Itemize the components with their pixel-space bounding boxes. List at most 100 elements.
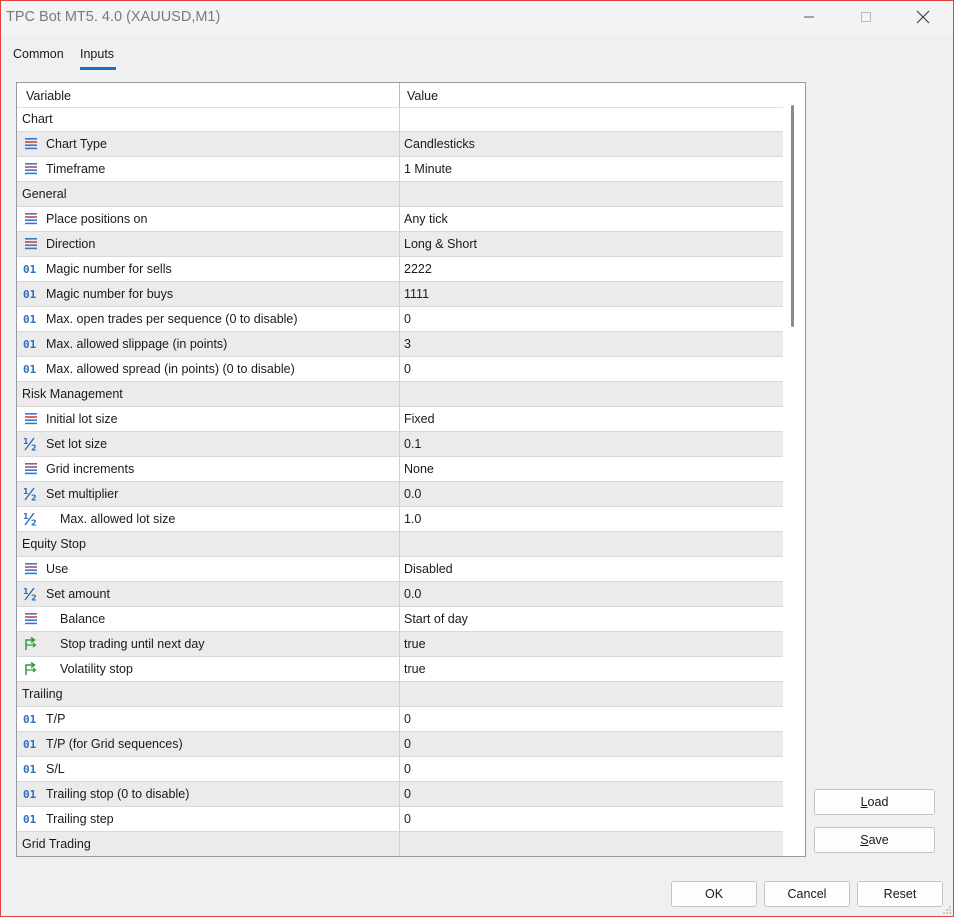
parameter-row[interactable]: 01 Max. allowed slippage (in points) 3 (17, 332, 783, 357)
value-cell[interactable]: Fixed (404, 412, 435, 426)
parameter-row[interactable]: 01 T/P (for Grid sequences) 0 (17, 732, 783, 757)
svg-text:2: 2 (31, 594, 37, 602)
reset-button[interactable]: Reset (857, 881, 943, 907)
ok-button[interactable]: OK (671, 881, 757, 907)
parameter-row[interactable]: Timeframe 1 Minute (17, 157, 783, 182)
value-cell[interactable]: 1.0 (404, 512, 421, 526)
variable-cell: 01 Max. open trades per sequence (0 to di… (23, 312, 298, 326)
svg-text:01: 01 (23, 363, 37, 376)
cell-divider (399, 732, 400, 757)
svg-text:01: 01 (23, 288, 37, 301)
cell-divider (399, 457, 400, 482)
close-button[interactable] (900, 1, 946, 33)
parameter-row[interactable]: Direction Long & Short (17, 232, 783, 257)
section-row[interactable]: Equity Stop (17, 532, 783, 557)
value-cell[interactable]: Disabled (404, 562, 453, 576)
section-row[interactable]: Chart (17, 107, 783, 132)
parameter-row[interactable]: 01 Trailing stop (0 to disable) 0 (17, 782, 783, 807)
dialog-window: TPC Bot MT5. 4.0 (XAUUSD,M1) Common Inpu… (0, 0, 954, 917)
value-cell[interactable]: 0 (404, 762, 411, 776)
parameter-row[interactable]: 1 2 Set multiplier 0.0 (17, 482, 783, 507)
value-cell[interactable]: 0.1 (404, 437, 421, 451)
parameter-row[interactable]: 01 Max. open trades per sequence (0 to di… (17, 307, 783, 332)
parameter-row[interactable]: 1 2 Set amount 0.0 (17, 582, 783, 607)
parameter-row[interactable]: 01 Trailing step 0 (17, 807, 783, 832)
resize-grip-icon[interactable] (943, 906, 951, 914)
value-cell[interactable]: 0 (404, 312, 411, 326)
value-cell[interactable]: 0.0 (404, 587, 421, 601)
cell-divider (399, 632, 400, 657)
variable-label: Grid increments (46, 462, 135, 476)
parameter-row[interactable]: 1 2 Set lot size 0.1 (17, 432, 783, 457)
tab-inputs-label: Inputs (80, 47, 115, 61)
parameter-row[interactable]: 01 T/P 0 (17, 707, 783, 732)
value-cell[interactable]: 0 (404, 812, 411, 826)
value-cell[interactable]: 3 (404, 337, 411, 351)
variable-cell: Trailing (22, 687, 63, 701)
load-button[interactable]: Load (814, 789, 935, 815)
section-row[interactable]: Grid Trading (17, 832, 783, 856)
section-row[interactable]: General (17, 182, 783, 207)
parameter-row[interactable]: 1 2 Max. allowed lot size 1.0 (17, 507, 783, 532)
cell-divider (399, 382, 400, 407)
parameter-row[interactable]: 01 Magic number for buys 1111 (17, 282, 783, 307)
parameter-row[interactable]: 01 S/L 0 (17, 757, 783, 782)
value-cell[interactable]: Start of day (404, 612, 468, 626)
value-cell[interactable]: 0 (404, 787, 411, 801)
column-separator[interactable] (399, 83, 400, 107)
value-cell[interactable]: 0 (404, 712, 411, 726)
section-row[interactable]: Risk Management (17, 382, 783, 407)
variable-cell: Direction (23, 237, 95, 251)
integer-icon: 01 (23, 737, 39, 751)
value-cell[interactable]: None (404, 462, 434, 476)
column-header-variable[interactable]: Variable (26, 89, 71, 103)
value-cell[interactable]: Any tick (404, 212, 448, 226)
enum-list-icon (23, 162, 39, 176)
integer-icon: 01 (23, 712, 39, 726)
parameter-row[interactable]: Chart Type Candlesticks (17, 132, 783, 157)
cell-divider (399, 832, 400, 856)
vertical-scrollbar[interactable] (783, 83, 804, 856)
variable-cell: 01 T/P (23, 712, 65, 726)
variable-cell: 01 Trailing step (23, 812, 114, 826)
maximize-button[interactable] (843, 1, 889, 33)
value-cell[interactable]: Candlesticks (404, 137, 475, 151)
variable-label: Place positions on (46, 212, 148, 226)
integer-icon: 01 (23, 287, 39, 301)
cancel-button[interactable]: Cancel (764, 881, 850, 907)
value-cell[interactable]: 0 (404, 737, 411, 751)
scrollbar-thumb[interactable] (791, 105, 794, 327)
tab-inputs[interactable]: Inputs (80, 47, 116, 70)
value-cell[interactable]: true (404, 637, 426, 651)
minimize-button[interactable] (786, 1, 832, 33)
tab-common[interactable]: Common (13, 47, 64, 61)
value-cell[interactable]: 0.0 (404, 487, 421, 501)
variable-label: Chart (22, 112, 53, 126)
value-cell[interactable]: 0 (404, 362, 411, 376)
value-cell[interactable]: Long & Short (404, 237, 477, 251)
variable-cell: Risk Management (22, 387, 123, 401)
section-row[interactable]: Trailing (17, 682, 783, 707)
variable-label: Risk Management (22, 387, 123, 401)
column-header-value[interactable]: Value (407, 89, 438, 103)
inputs-grid[interactable]: Variable Value Chart Chart Type Candlestic… (16, 82, 806, 857)
value-cell[interactable]: 2222 (404, 262, 432, 276)
parameter-row[interactable]: Stop trading until next day true (17, 632, 783, 657)
variable-label: Trailing stop (0 to disable) (46, 787, 190, 801)
parameter-row[interactable]: Initial lot size Fixed (17, 407, 783, 432)
value-cell[interactable]: true (404, 662, 426, 676)
parameter-row[interactable]: Grid increments None (17, 457, 783, 482)
parameter-row[interactable]: Volatility stop true (17, 657, 783, 682)
value-cell[interactable]: 1 Minute (404, 162, 452, 176)
parameter-row[interactable]: Use Disabled (17, 557, 783, 582)
save-button[interactable]: Save (814, 827, 935, 853)
variable-cell: 01 Max. allowed spread (in points) (0 to … (23, 362, 295, 376)
variable-label: Equity Stop (22, 537, 86, 551)
parameter-row[interactable]: Place positions on Any tick (17, 207, 783, 232)
parameter-row[interactable]: 01 Max. allowed spread (in points) (0 to … (17, 357, 783, 382)
parameter-row[interactable]: Balance Start of day (17, 607, 783, 632)
cell-divider (399, 557, 400, 582)
parameter-row[interactable]: 01 Magic number for sells 2222 (17, 257, 783, 282)
value-cell[interactable]: 1111 (404, 287, 429, 301)
variable-cell: 01 Magic number for sells (23, 262, 172, 276)
